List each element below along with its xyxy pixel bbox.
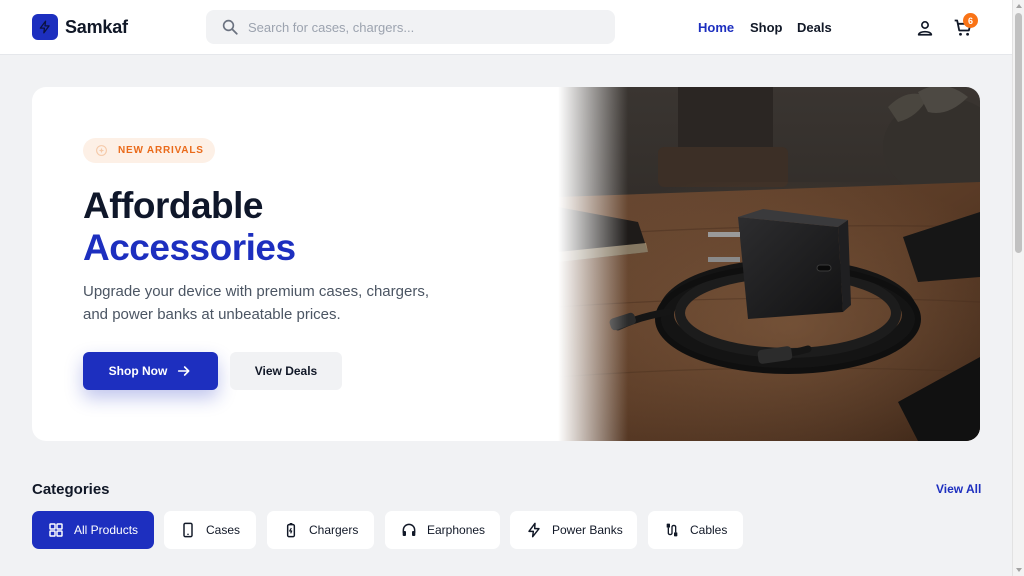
hero-image-fade bbox=[558, 87, 628, 441]
nav-home-link[interactable]: Home bbox=[698, 20, 734, 35]
nav-deals-link[interactable]: Deals bbox=[797, 20, 832, 35]
category-cases[interactable]: Cases bbox=[164, 511, 256, 549]
hero-title-line1: Affordable bbox=[83, 185, 264, 226]
categories-heading: Categories bbox=[32, 481, 110, 498]
category-label: Cases bbox=[206, 523, 241, 537]
search-icon bbox=[221, 18, 239, 36]
search-input[interactable] bbox=[248, 19, 588, 35]
view-deals-button[interactable]: View Deals bbox=[230, 352, 342, 390]
category-label: Power Banks bbox=[552, 523, 623, 537]
user-icon[interactable] bbox=[914, 17, 936, 39]
category-cables[interactable]: Cables bbox=[648, 511, 743, 549]
hero-banner: NEW ARRIVALS Affordable Accessories Upgr… bbox=[32, 87, 980, 441]
new-arrivals-badge: NEW ARRIVALS bbox=[83, 138, 215, 163]
brand-logo[interactable]: Samkaf bbox=[32, 14, 128, 40]
category-chargers[interactable]: Chargers bbox=[267, 511, 374, 549]
grid-icon bbox=[48, 522, 64, 538]
charger-icon bbox=[283, 522, 299, 538]
category-earphones[interactable]: Earphones bbox=[385, 511, 500, 549]
arrow-right-icon bbox=[176, 363, 192, 379]
scroll-up-arrow[interactable] bbox=[1016, 4, 1022, 8]
hero-description: Upgrade your device with premium cases, … bbox=[83, 283, 429, 323]
category-label: Chargers bbox=[309, 523, 359, 537]
view-all-link[interactable]: View All bbox=[936, 482, 981, 496]
site-header: Samkaf Home Shop Deals 6 bbox=[0, 0, 1012, 55]
hero-product-image bbox=[558, 87, 980, 441]
badge-label: NEW ARRIVALS bbox=[118, 145, 204, 156]
bolt-icon bbox=[526, 522, 542, 538]
cable-icon bbox=[664, 522, 680, 538]
category-label: Earphones bbox=[427, 523, 486, 537]
category-label: All Products bbox=[74, 523, 139, 537]
nav-shop-link[interactable]: Shop bbox=[750, 20, 783, 35]
page-scrollbar[interactable] bbox=[1012, 0, 1024, 576]
category-all-products[interactable]: All Products bbox=[32, 511, 154, 549]
phone-case-icon bbox=[180, 522, 196, 538]
brand-name: Samkaf bbox=[65, 16, 128, 37]
category-power-banks[interactable]: Power Banks bbox=[510, 511, 637, 549]
view-deals-label: View Deals bbox=[254, 364, 318, 378]
cart-count-badge: 6 bbox=[963, 13, 978, 28]
shop-now-button[interactable]: Shop Now bbox=[83, 352, 218, 390]
hero-title: Affordable Accessories bbox=[83, 185, 296, 269]
scroll-thumb[interactable] bbox=[1015, 13, 1022, 253]
bolt-logo-icon bbox=[32, 14, 58, 40]
category-label: Cables bbox=[690, 523, 728, 537]
shop-now-label: Shop Now bbox=[108, 364, 168, 378]
headphones-icon bbox=[401, 522, 417, 538]
sparkle-icon bbox=[95, 144, 108, 157]
search-bar bbox=[206, 10, 615, 44]
hero-title-line2: Accessories bbox=[83, 227, 296, 268]
scroll-down-arrow[interactable] bbox=[1016, 568, 1022, 572]
